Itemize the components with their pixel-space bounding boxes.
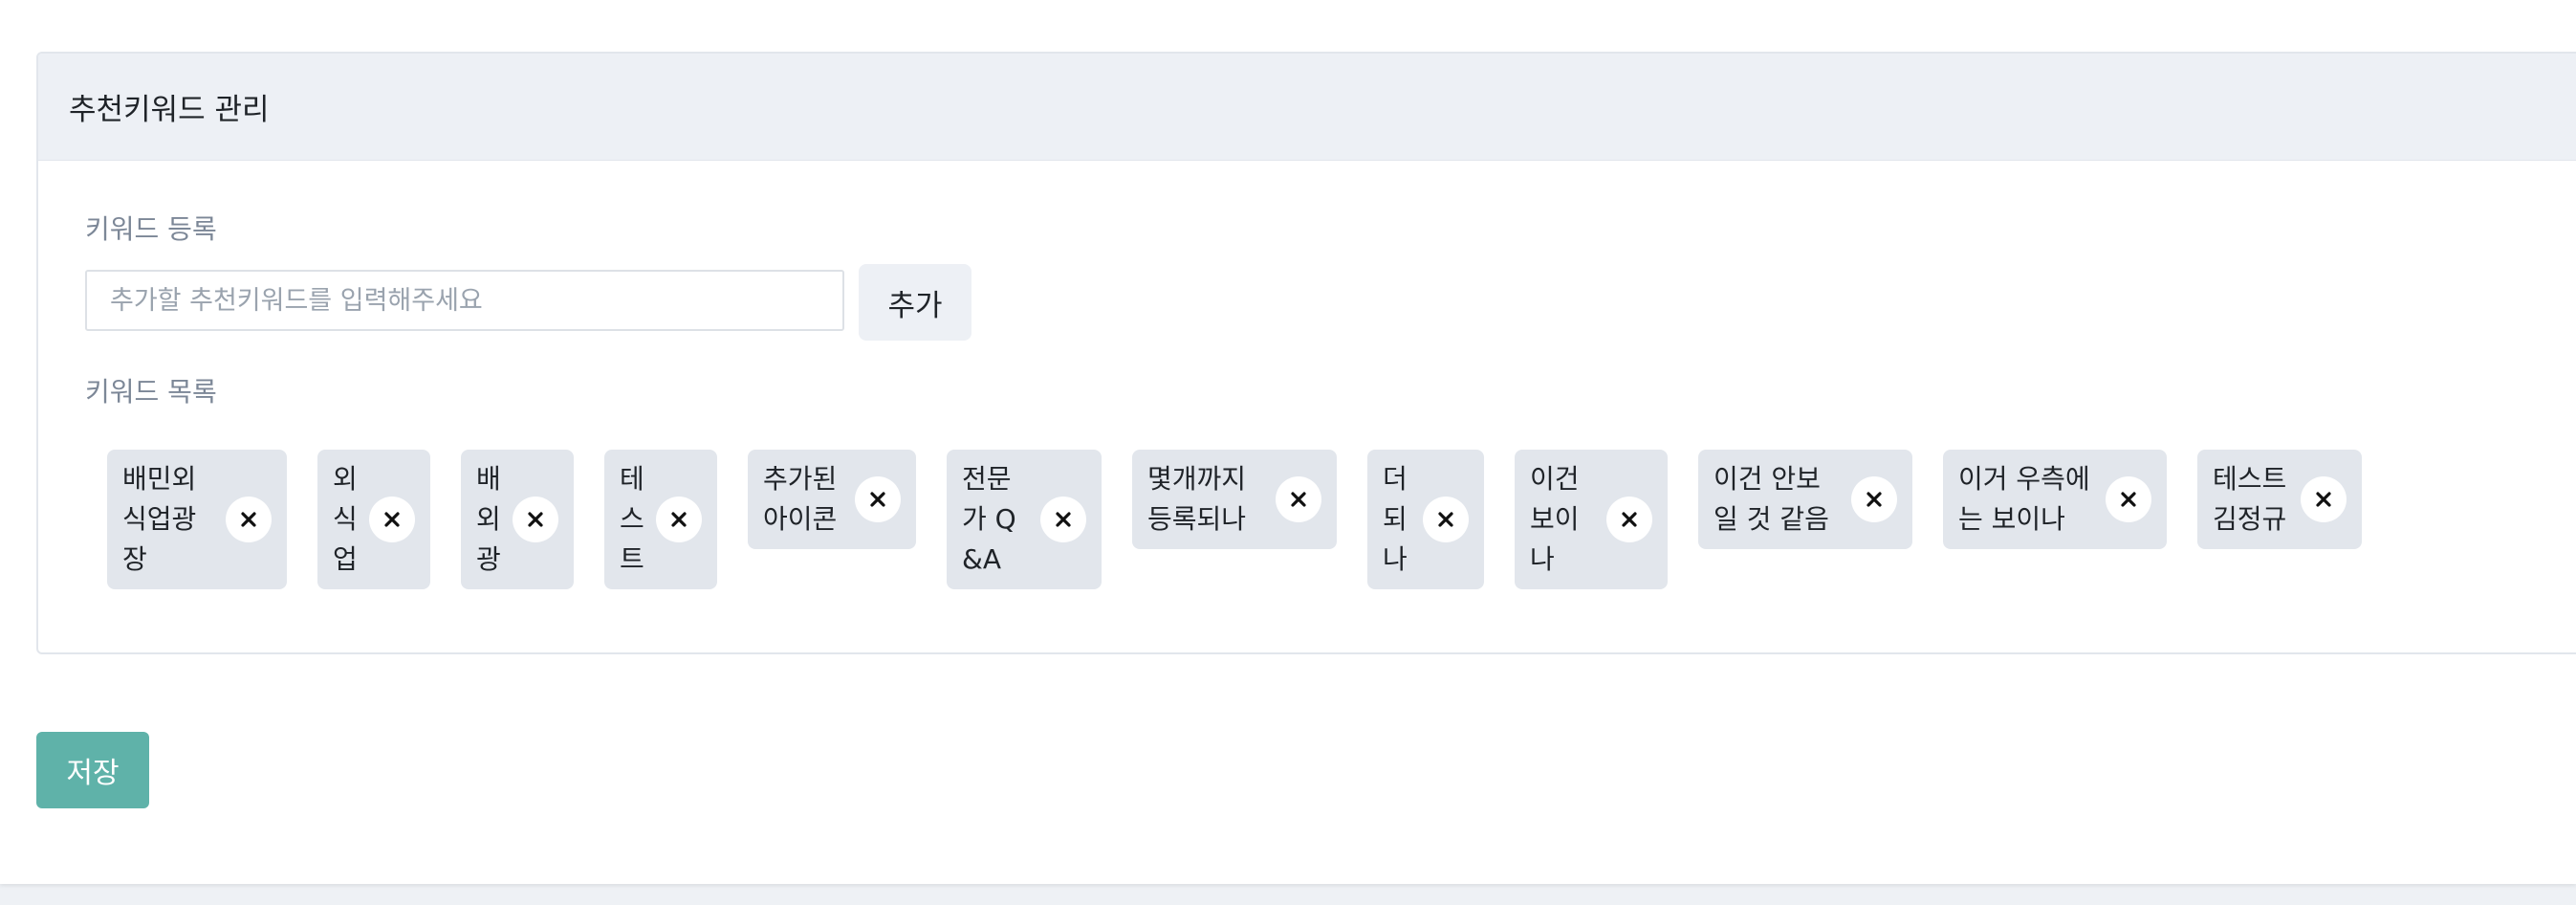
keyword-chip-label: 이거 우측에는 보이나 [1958,463,2090,535]
close-icon[interactable] [855,476,901,522]
keyword-chip-label: 이건 안보일 것 같음 [1714,463,1829,535]
keyword-input[interactable] [85,270,844,331]
keyword-chip: 더되나 [1367,450,1484,589]
keyword-chip-label: 더되나 [1383,463,1408,575]
close-icon[interactable] [1851,476,1897,522]
keyword-chip: 외식업 [317,450,430,589]
keyword-chip-label: 이건 보이나 [1530,463,1580,575]
close-icon[interactable] [1276,476,1321,522]
keyword-chip: 몇개까지 등록되나 [1132,450,1337,549]
keyword-chip-label: 테스트 김정규 [2213,463,2287,535]
keyword-chip-label: 몇개까지 등록되나 [1147,463,1247,535]
close-icon[interactable] [1423,497,1469,542]
keyword-register-label: 키워드 등록 [85,213,217,245]
keyword-chip-label: 외식업 [333,463,358,575]
close-icon[interactable] [226,497,272,542]
card-title: 추천키워드 관리 [69,93,270,127]
keyword-chip: 이건 보이나 [1515,450,1668,589]
close-icon[interactable] [369,497,415,542]
close-icon[interactable] [2301,476,2347,522]
keyword-chip: 테스트 [604,450,717,589]
close-icon[interactable] [1040,497,1086,542]
page-area: 추천키워드 관리 키워드 등록 추가 키워드 목록 배민외식업광장 외식업 배외… [0,0,2576,884]
close-icon[interactable] [1606,497,1652,542]
save-button[interactable]: 저장 [36,732,149,808]
keyword-chip-label: 추가된 아이콘 [763,463,838,535]
keyword-chip: 배민외식업광장 [107,450,287,589]
close-icon[interactable] [513,497,558,542]
keyword-chip: 추가된 아이콘 [748,450,916,549]
keyword-chip: 이거 우측에는 보이나 [1943,450,2167,549]
keyword-chip-label: 배민외식업광장 [122,463,197,575]
keyword-chip: 배외광 [461,450,574,589]
keyword-management-card: 추천키워드 관리 키워드 등록 추가 키워드 목록 배민외식업광장 외식업 배외… [36,52,2576,654]
close-icon[interactable] [656,497,702,542]
keyword-chip-label: 테스트 [620,463,644,575]
add-button[interactable]: 추가 [859,264,971,341]
keyword-chip: 이건 안보일 것 같음 [1698,450,1912,549]
close-icon[interactable] [2106,476,2151,522]
keyword-chip: 전문가 Q&A [947,450,1102,589]
keyword-chip-label: 배외광 [476,463,501,575]
keyword-list-label: 키워드 목록 [85,376,217,408]
card-header: 추천키워드 관리 [38,54,2576,161]
keyword-chip-label: 전문가 Q&A [962,463,1016,575]
keyword-chip: 테스트 김정규 [2197,450,2362,549]
